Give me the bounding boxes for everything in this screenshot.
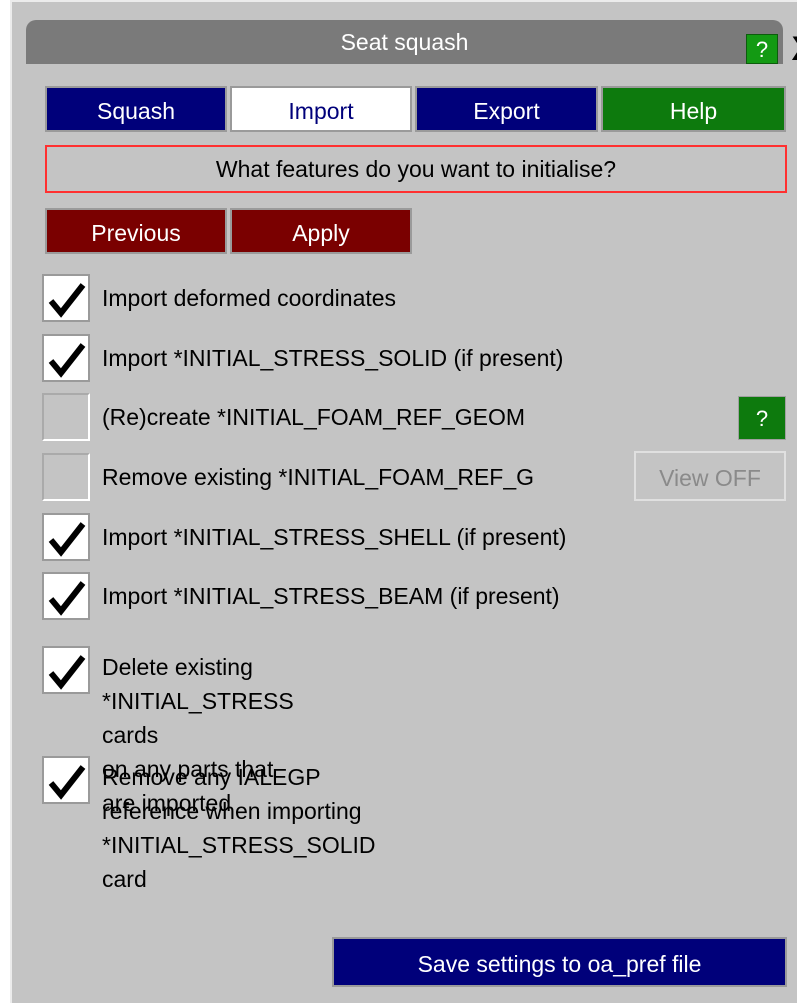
- option-label: Import *INITIAL_STRESS_SOLID (if present…: [102, 345, 564, 371]
- title-bar[interactable]: Seat squash ? X: [26, 20, 797, 66]
- save-settings-button[interactable]: Save settings to oa_pref file: [332, 937, 787, 987]
- option-label: Remove existing *INITIAL_FOAM_REF_G: [102, 464, 535, 490]
- foam-ref-help-button[interactable]: ?: [738, 396, 786, 440]
- checkmark-icon: [48, 283, 86, 318]
- option-label: Import deformed coordinates: [102, 285, 397, 311]
- apply-button[interactable]: Apply: [230, 208, 412, 254]
- import-deformed-coords-checkbox[interactable]: [42, 274, 90, 322]
- close-button[interactable]: X: [784, 32, 797, 66]
- option-label: Import *INITIAL_STRESS_SHELL (if present…: [102, 524, 567, 550]
- import-stress-solid-checkbox[interactable]: [42, 334, 90, 382]
- previous-button[interactable]: Previous: [45, 208, 227, 254]
- left-edge: [0, 0, 10, 1003]
- view-toggle-button[interactable]: View OFF: [634, 451, 786, 501]
- import-stress-shell-checkbox[interactable]: [42, 513, 90, 561]
- tab-export[interactable]: Export: [415, 86, 598, 132]
- checkmark-icon: [48, 765, 86, 800]
- checkmark-icon: [48, 522, 86, 557]
- remove-ialegp-checkbox[interactable]: [42, 756, 90, 804]
- option-label: Import *INITIAL_STRESS_BEAM (if present): [102, 583, 560, 609]
- tab-import[interactable]: Import: [230, 86, 412, 132]
- delete-existing-stress-checkbox[interactable]: [42, 646, 90, 694]
- tab-help[interactable]: Help: [601, 86, 786, 132]
- option-label: (Re)create *INITIAL_FOAM_REF_GEOM: [102, 404, 526, 430]
- window-title: Seat squash: [340, 29, 469, 55]
- option-label-line1: Delete existing *INITIAL_STRESS cards: [102, 654, 294, 748]
- checkmark-icon: [48, 581, 86, 616]
- option-label: Remove any IALEGP reference when importi…: [102, 760, 376, 896]
- title-help-button[interactable]: ?: [746, 34, 778, 64]
- import-stress-beam-checkbox[interactable]: [42, 572, 90, 620]
- checkmark-icon: [48, 343, 86, 378]
- tab-squash[interactable]: Squash: [45, 86, 227, 132]
- option-label-line1: Remove any IALEGP reference when importi…: [102, 764, 362, 824]
- seat-squash-panel: Seat squash ? X Squash Import Export Hel…: [10, 0, 797, 1003]
- recreate-foam-ref-geom-checkbox[interactable]: [42, 393, 90, 441]
- prompt-text: What features do you want to initialise?: [45, 145, 787, 193]
- remove-foam-ref-checkbox[interactable]: [42, 453, 90, 501]
- option-label-line2: *INITIAL_STRESS_SOLID card: [102, 832, 376, 892]
- checkmark-icon: [48, 655, 86, 690]
